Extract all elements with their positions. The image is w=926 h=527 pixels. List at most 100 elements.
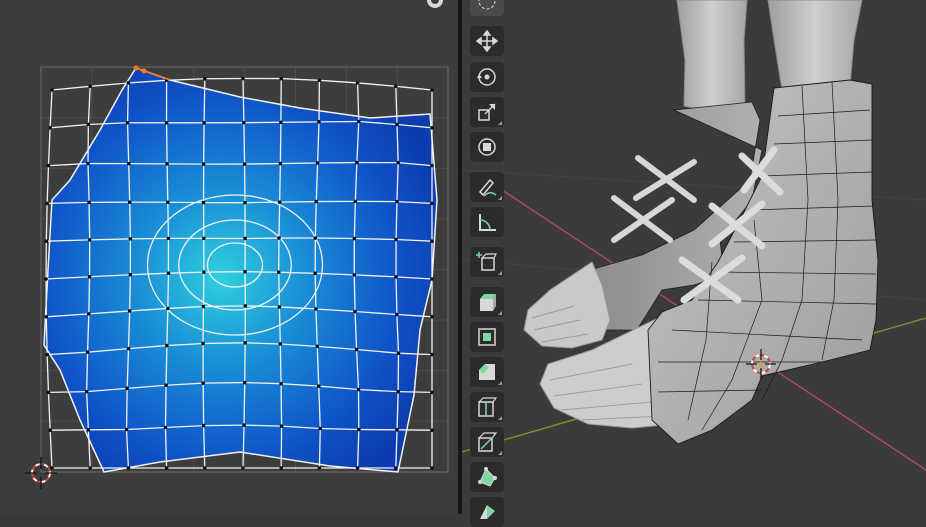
uv-vertex[interactable] [165, 121, 169, 125]
uv-vertex[interactable] [316, 161, 320, 165]
uv-vertex[interactable] [313, 271, 317, 275]
uv-vertex[interactable] [430, 391, 434, 395]
uv-vertex[interactable] [279, 466, 283, 470]
uv-vertex[interactable] [279, 120, 283, 124]
uv-vertex[interactable] [87, 201, 91, 205]
uv-vertex[interactable] [357, 388, 361, 392]
loop-cut-tool[interactable] [470, 392, 504, 422]
uv-vertex[interactable] [48, 126, 52, 130]
uv-vertex[interactable] [394, 275, 398, 279]
uv-vertex[interactable] [128, 200, 132, 204]
uv-vertex[interactable] [395, 200, 399, 204]
uv-vertex[interactable] [243, 237, 247, 241]
uv-vertex[interactable] [87, 312, 91, 316]
scale-tool[interactable] [470, 97, 504, 127]
uv-vertex[interactable] [354, 200, 358, 204]
uv-vertex[interactable] [164, 426, 168, 430]
uv-editor[interactable] [0, 0, 458, 514]
uv-vertex[interactable] [241, 466, 245, 470]
uv-vertex[interactable] [127, 162, 131, 166]
uv-vertex[interactable] [87, 428, 91, 432]
uv-vertex[interactable] [279, 342, 283, 346]
uv-vertex[interactable] [203, 77, 207, 81]
uv-vertex[interactable] [353, 310, 357, 314]
uv-vertex[interactable] [395, 123, 399, 127]
uv-vertex[interactable] [395, 428, 399, 432]
uv-vertex[interactable] [165, 466, 169, 470]
uv-vertex[interactable] [279, 77, 283, 81]
measure-tool[interactable] [470, 207, 504, 237]
uv-vertex[interactable] [394, 238, 398, 242]
move-tool[interactable] [470, 26, 504, 56]
uv-vertex[interactable] [355, 161, 359, 165]
uv-vertex[interactable] [430, 315, 434, 319]
uv-vertex[interactable] [128, 309, 132, 313]
uv-vertex[interactable] [315, 345, 319, 349]
uv-vertex[interactable] [129, 237, 133, 241]
uv-vertex[interactable] [127, 466, 131, 470]
uv-vertex[interactable] [201, 342, 205, 346]
uv-vertex[interactable] [87, 123, 91, 127]
uv-vertex[interactable] [243, 201, 247, 205]
rotate-tool[interactable] [470, 62, 504, 92]
uv-vertex[interactable] [241, 77, 245, 81]
knife-tool[interactable] [470, 427, 504, 457]
uv-vertex[interactable] [165, 344, 169, 348]
uv-vertex[interactable] [394, 466, 398, 470]
uv-vertex[interactable] [280, 424, 284, 428]
uv-vertex[interactable] [202, 270, 206, 274]
uv-vertex[interactable] [201, 381, 205, 385]
bevel-tool[interactable] [470, 357, 504, 387]
uv-vertex[interactable] [278, 200, 282, 204]
uv-vertex[interactable] [166, 200, 170, 204]
uv-vertex[interactable] [44, 315, 48, 319]
uv-vertex[interactable] [243, 270, 247, 274]
uv-vertex[interactable] [47, 164, 51, 168]
uv-vertex[interactable] [129, 273, 133, 277]
uv-vertex[interactable] [202, 121, 206, 125]
uv-vertex[interactable] [125, 428, 129, 432]
uv-vertex[interactable] [44, 277, 48, 281]
uv-vertex[interactable] [242, 121, 246, 125]
uv-vertex[interactable] [86, 350, 90, 354]
uv-vertex[interactable] [202, 424, 206, 428]
uv-canvas[interactable] [0, 0, 458, 514]
uv-vertex[interactable] [126, 121, 130, 125]
uv-vertex[interactable] [314, 307, 318, 311]
uv-vertex[interactable] [356, 81, 360, 85]
uv-vertex[interactable] [125, 387, 129, 391]
uv-vertex[interactable] [88, 238, 92, 242]
uv-vertex[interactable] [47, 391, 51, 395]
uv-vertex[interactable] [355, 348, 359, 352]
uv-vertex[interactable] [314, 200, 318, 204]
transform-tool[interactable] [470, 132, 504, 162]
uv-vertex[interactable] [430, 164, 434, 168]
uv-vertex[interactable] [85, 390, 89, 394]
add-cube-tool[interactable] [470, 247, 504, 277]
uv-vertex[interactable] [278, 305, 282, 309]
uv-vertex[interactable] [394, 84, 398, 88]
uv-vertex[interactable] [279, 382, 283, 386]
uv-vertex[interactable] [44, 239, 48, 243]
uv-vertex[interactable] [397, 351, 401, 355]
uv-vertex[interactable] [314, 236, 318, 240]
uv-vertex[interactable] [88, 84, 92, 88]
uv-vertex[interactable] [45, 202, 49, 206]
uv-vertex[interactable] [395, 313, 399, 317]
annotate-tool[interactable] [470, 172, 504, 202]
uv-vertex[interactable] [430, 277, 434, 281]
poly-build-tool[interactable] [470, 462, 504, 492]
uv-vertex[interactable] [86, 162, 90, 166]
uv-vertex[interactable] [356, 466, 360, 470]
uv-vertex[interactable] [430, 88, 434, 92]
uv-vertex[interactable] [279, 162, 283, 166]
uv-vertex[interactable] [45, 353, 49, 357]
uv-vertex[interactable] [202, 237, 206, 241]
uv-vertex[interactable] [352, 273, 356, 277]
uv-vertex[interactable] [202, 162, 206, 166]
uv-vertex[interactable] [50, 88, 54, 92]
uv-vertex[interactable] [430, 353, 434, 357]
uv-vertex[interactable] [242, 423, 246, 427]
uv-vertex[interactable] [166, 307, 170, 311]
select-tool[interactable] [470, 0, 504, 16]
